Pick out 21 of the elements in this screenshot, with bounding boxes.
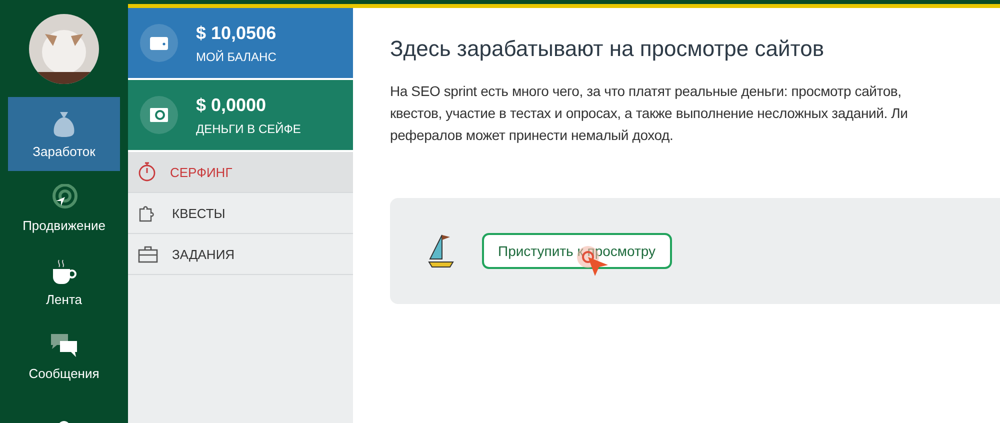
safe-icon [149, 107, 169, 123]
nav-item[interactable]: Продвижение [8, 171, 120, 245]
nav-item[interactable]: Сообщения [8, 319, 120, 393]
balance-label: МОЙ БАЛАНС [196, 50, 276, 64]
target-cursor-icon [50, 184, 78, 212]
submenu-item[interactable]: ЗАДАНИЯ [128, 234, 353, 275]
coffee-cup-icon [51, 258, 77, 286]
nav-item[interactable]: Заработок [8, 97, 120, 171]
nav-item[interactable]: Лента [8, 245, 120, 319]
chat-bubbles-icon [49, 332, 79, 360]
submenu-item[interactable]: СЕРФИНГ [128, 152, 353, 193]
money-bag-icon [51, 110, 77, 138]
stopwatch-icon [138, 162, 156, 182]
paragraph: На SEO sprint есть много чего, за что платят реальные деньги: просмотр сайтов, квестов, участие в тестах и опросах, а также выполнение несложных заданий. Ли рефералов может принести немалый доход. [390, 82, 909, 145]
balance-amount: $ 10,0506 [196, 22, 276, 44]
page-title: Здесь зарабатывают на просмотре сайтов [390, 36, 826, 62]
submenu-item[interactable]: КВЕСТЫ [128, 193, 353, 234]
wallet-icon [149, 35, 169, 51]
balance-label: ДЕНЬГИ В СЕЙФЕ [196, 122, 301, 136]
balance-amount: $ 0,0000 [196, 94, 268, 116]
briefcase-icon [138, 245, 158, 263]
